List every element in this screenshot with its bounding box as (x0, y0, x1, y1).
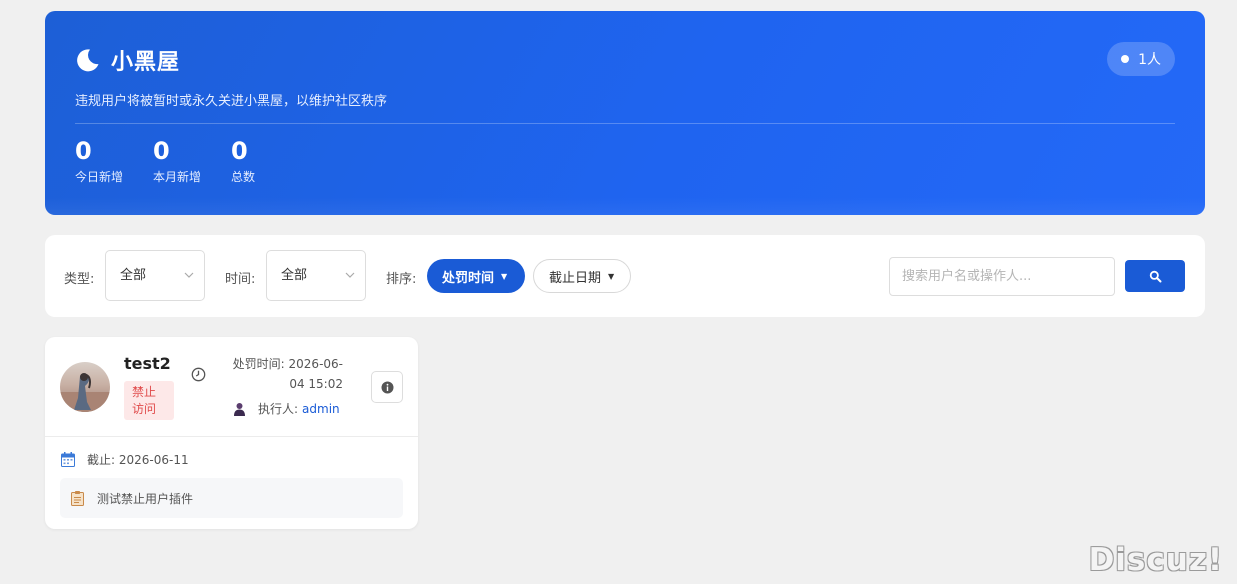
type-label: 类型: (64, 272, 95, 287)
stat-label: 今日新增 (75, 170, 124, 184)
moon-icon (77, 49, 99, 72)
stat-label: 本月新增 (153, 170, 202, 184)
sort-button-label: 截止日期 (549, 270, 602, 286)
chevron-down-icon (345, 272, 355, 278)
chevron-down-icon (184, 272, 194, 278)
stat-value: 0 (153, 137, 170, 165)
divider (45, 436, 418, 437)
caret-down-icon: ▼ (608, 271, 615, 281)
executor-label: 执行人: (258, 402, 299, 416)
watermark-logo: Discuz! (1088, 542, 1223, 578)
filter-bar: 类型: 全部 时间: 全部 排序: 处罚时间 ▼ 截止日期 ▼ (45, 235, 1205, 317)
stat-month: 0 本月新增 (153, 136, 201, 185)
calendar-icon (61, 452, 75, 467)
time-select[interactable]: 全部 (266, 250, 366, 301)
stat-label: 总数 (231, 170, 256, 184)
page-description: 违规用户将被暂时或永久关进小黑屋，以维护社区秩序 (75, 94, 388, 109)
username[interactable]: test2 (124, 354, 171, 373)
sort-deadline-button[interactable]: 截止日期 ▼ (533, 259, 631, 293)
avatar[interactable] (60, 362, 110, 412)
banned-user-card: test2 禁止访问 处罚时间: 2026-06- 04 15:02 执行人: … (45, 337, 418, 529)
deadline-text: 截止: 2026-06-11 (87, 453, 189, 467)
deadline-row: 截止: 2026-06-11 (61, 451, 189, 468)
search-icon (1149, 270, 1161, 282)
type-select[interactable]: 全部 (105, 250, 205, 301)
caret-down-icon: ▼ (501, 271, 508, 281)
status-badge: 禁止访问 (124, 381, 174, 420)
punish-time-line: 处罚时间: 2026-06- (232, 357, 343, 371)
executor-row: 执行人: admin (233, 400, 340, 417)
info-icon (381, 381, 393, 393)
time-select-value: 全部 (281, 268, 308, 283)
stat-total: 0 总数 (231, 136, 255, 185)
divider (75, 123, 1175, 124)
stat-value: 0 (75, 137, 92, 165)
count-badge: 1人 (1107, 42, 1175, 76)
sort-punish-time-button[interactable]: 处罚时间 ▼ (427, 259, 525, 293)
punish-time-line: 04 15:02 (289, 377, 343, 391)
stat-value: 0 (231, 137, 248, 165)
reason-box: 测试禁止用户插件 (60, 478, 403, 518)
count-badge-text: 1人 (1138, 52, 1161, 68)
sort-label: 排序: (386, 272, 417, 287)
clock-icon (191, 367, 206, 382)
dot-icon (1121, 55, 1130, 63)
search-button[interactable] (1125, 260, 1185, 292)
stat-today: 0 今日新增 (75, 136, 123, 185)
punish-time: 处罚时间: 2026-06- 04 15:02 (228, 354, 343, 394)
reason-text: 测试禁止用户插件 (97, 491, 194, 506)
user-icon (234, 402, 245, 416)
page-title: 小黑屋 (111, 50, 181, 75)
sort-button-label: 处罚时间 (442, 270, 495, 286)
avatar-image (60, 362, 110, 412)
time-label: 时间: (225, 272, 256, 287)
type-select-value: 全部 (120, 268, 147, 283)
detail-button[interactable] (371, 371, 403, 403)
search-input[interactable] (889, 257, 1115, 296)
stats-row: 0 今日新增 0 本月新增 0 总数 (75, 136, 285, 185)
document-icon (71, 490, 84, 506)
header-banner: 小黑屋 1人 违规用户将被暂时或永久关进小黑屋，以维护社区秩序 0 今日新增 0… (45, 11, 1205, 215)
banner-title-row: 小黑屋 (75, 44, 180, 76)
executor-name[interactable]: admin (302, 402, 340, 416)
